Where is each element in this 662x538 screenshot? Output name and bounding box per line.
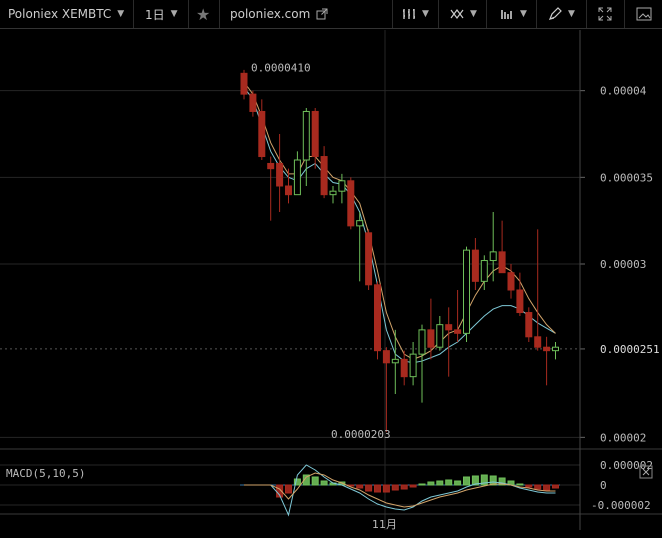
candle-body xyxy=(516,289,524,314)
draw-icon xyxy=(548,7,562,21)
macd-histogram-bar xyxy=(400,484,408,490)
bar-style-button[interactable]: ▼ xyxy=(402,0,429,28)
candle-body xyxy=(267,162,275,170)
symbol-label: Poloniex XEMBTC xyxy=(8,7,112,21)
chevron-down-icon: ▼ xyxy=(117,9,125,19)
external-link-icon xyxy=(316,8,328,20)
candle-body xyxy=(543,346,551,352)
low-price-label: 0.0000203 xyxy=(331,428,391,441)
fullscreen-icon xyxy=(598,7,612,21)
candle-body xyxy=(240,72,248,95)
candle-body xyxy=(356,220,364,227)
source-link[interactable]: poloniex.com xyxy=(230,0,328,28)
macd-histogram-bar xyxy=(445,479,453,486)
price-tick-label: 0.00002 xyxy=(600,431,646,444)
candle-body xyxy=(400,358,408,378)
macd-histogram-bar xyxy=(391,484,399,491)
macd-histogram-bar xyxy=(382,484,390,493)
candle-body xyxy=(480,260,488,282)
candle-body xyxy=(525,312,533,338)
candle-body xyxy=(552,346,559,352)
candle-body xyxy=(507,272,515,291)
candle-body xyxy=(409,353,417,378)
macd-histogram-bar xyxy=(436,480,444,486)
candle-body xyxy=(320,156,328,196)
candle-body xyxy=(445,324,453,331)
candle-body xyxy=(463,249,470,334)
candle-body xyxy=(347,180,355,227)
interval-selector[interactable]: 1日 ▼ xyxy=(145,0,178,28)
candle-body xyxy=(258,110,266,158)
candle-body xyxy=(338,180,346,192)
chevron-down-icon: ▼ xyxy=(520,9,527,19)
macd-histogram-bar xyxy=(543,484,551,491)
compare-button[interactable]: ▼ xyxy=(500,0,527,28)
candle-body xyxy=(249,93,257,112)
candle-body xyxy=(302,110,310,161)
candle-body xyxy=(311,110,319,158)
macd-histogram-bar xyxy=(311,476,319,486)
interval-label: 1日 xyxy=(145,7,165,22)
macd-histogram-bar xyxy=(320,480,328,486)
price-tick-label: 0.0000251 xyxy=(600,343,660,356)
ma-fast-line xyxy=(243,81,556,360)
high-price-label: 0.0000410 xyxy=(251,61,311,74)
macd-tick-label: -0.000002 xyxy=(591,499,651,512)
symbol-selector[interactable]: Poloniex XEMBTC ▼ xyxy=(8,0,124,28)
candle-body xyxy=(534,336,542,348)
macd-histogram-bar xyxy=(454,480,462,486)
candle-body xyxy=(471,249,479,282)
macd-histogram-bar xyxy=(285,484,292,494)
time-tick-label: 11月 xyxy=(372,518,397,531)
macd-histogram-bar xyxy=(365,484,373,492)
candle-body xyxy=(276,162,284,187)
chevron-down-icon: ▼ xyxy=(170,9,178,19)
fullscreen-button[interactable] xyxy=(598,0,612,28)
macd-histogram-bar xyxy=(516,483,524,486)
candle-body xyxy=(454,329,462,334)
candle-body xyxy=(293,159,301,196)
candle-body xyxy=(329,190,337,196)
macd-histogram-bar xyxy=(374,484,381,493)
draw-button[interactable]: ▼ xyxy=(548,0,575,28)
candle-body xyxy=(498,251,506,274)
macd-tick-label: 0 xyxy=(600,479,607,492)
screenshot-icon xyxy=(636,7,652,21)
candle-body xyxy=(365,232,373,286)
screenshot-button[interactable] xyxy=(636,0,652,28)
macd-histogram-bar xyxy=(356,484,364,489)
chart-toolbar: Poloniex XEMBTC ▼ 1日 ▼ ★ poloniex.com ▼ … xyxy=(0,0,662,29)
indicators-button[interactable]: ▼ xyxy=(450,0,477,28)
macd-histogram-bar xyxy=(552,484,559,489)
candle-body xyxy=(374,284,381,352)
candle-body xyxy=(489,251,497,262)
source-link-text: poloniex.com xyxy=(230,7,311,21)
candle-body xyxy=(436,324,444,348)
macd-histogram-bar xyxy=(427,481,435,486)
candle-body xyxy=(418,329,426,355)
macd-histogram-bar xyxy=(463,476,470,486)
macd-histogram-bar xyxy=(409,484,417,488)
price-tick-label: 0.00003 xyxy=(600,258,646,271)
star-icon[interactable]: ★ xyxy=(196,0,210,28)
chevron-down-icon: ▼ xyxy=(568,9,575,19)
macd-histogram-bar xyxy=(418,483,426,486)
price-tick-label: 0.00004 xyxy=(600,85,647,98)
bar-style-icon xyxy=(403,9,415,19)
chevron-down-icon: ▼ xyxy=(470,9,477,19)
price-tick-label: 0.000035 xyxy=(600,171,653,184)
candle-body xyxy=(382,350,390,364)
candle-body xyxy=(427,329,435,348)
chart-canvas[interactable]: 0.00002 0.0000251 0.00003 0.000035 0.00004 0.… xyxy=(0,0,662,538)
macd-histogram-bar xyxy=(525,484,533,488)
candle-body xyxy=(391,358,399,364)
candle-body xyxy=(285,185,292,196)
indicators-icon xyxy=(450,9,464,19)
macd-indicator-label: MACD(5,10,5) xyxy=(6,467,85,480)
macd-histogram-bar xyxy=(534,484,542,490)
compare-icon xyxy=(501,10,512,19)
ma-slow-line xyxy=(243,86,556,364)
chevron-down-icon: ▼ xyxy=(422,9,429,19)
